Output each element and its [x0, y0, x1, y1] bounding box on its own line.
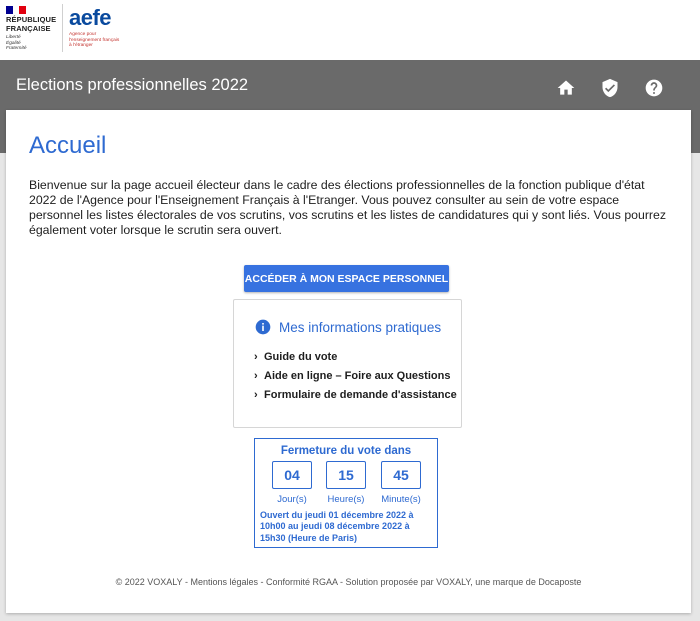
vote-countdown: Fermeture du vote dans 04 Jour(s) 15 Heu…: [254, 438, 438, 548]
page-title: Accueil: [29, 132, 107, 159]
chevron-right-icon: ›: [254, 351, 258, 363]
info-panel-header: Mes informations pratiques: [255, 319, 441, 335]
app-title: Elections professionnelles 2022: [16, 76, 249, 94]
logo-divider: [62, 4, 63, 52]
aefe-description: Agence pour l'enseignement français à l'…: [69, 32, 120, 49]
shield-check-icon[interactable]: [600, 78, 620, 98]
countdown-minutes: 45 Minute(s): [381, 461, 421, 505]
countdown-hours: 15 Heure(s): [326, 461, 366, 505]
access-personal-space-button[interactable]: ACCÉDER À MON ESPACE PERSONNEL: [244, 265, 449, 292]
info-panel-title: Mes informations pratiques: [279, 319, 442, 335]
top-header: RÉPUBLIQUE FRANÇAISE Liberté Égalité Fra…: [0, 0, 700, 60]
republique-francaise-logo: RÉPUBLIQUE FRANÇAISE Liberté Égalité Fra…: [6, 6, 60, 52]
main-card: Accueil Bienvenue sur la page accueil él…: [6, 110, 691, 613]
link-aide-en-ligne[interactable]: › Aide en ligne – Foire aux Questions: [254, 370, 457, 389]
link-label: Aide en ligne – Foire aux Questions: [264, 370, 451, 382]
countdown-hours-value: 15: [326, 461, 366, 489]
chevron-right-icon: ›: [254, 389, 258, 401]
info-links-list: › Guide du vote › Aide en ligne – Foire …: [254, 351, 457, 408]
link-label: Guide du vote: [264, 351, 338, 363]
motto-line-3: Fraternité: [6, 46, 27, 51]
intro-text: Bienvenue sur la page accueil électeur d…: [29, 178, 667, 237]
footer-text: © 2022 VOXALY - Mentions légales - Confo…: [115, 577, 582, 587]
republique-line-2: FRANÇAISE: [6, 23, 51, 33]
link-label: Formulaire de demande d'assistance: [264, 389, 457, 401]
help-icon[interactable]: [644, 78, 664, 98]
chevron-right-icon: ›: [254, 370, 258, 382]
link-formulaire-assistance[interactable]: › Formulaire de demande d'assistance: [254, 389, 457, 408]
info-panel: Mes informations pratiques › Guide du vo…: [233, 299, 462, 428]
aefe-wordmark: aefe: [69, 5, 112, 30]
french-flag-icon: [6, 6, 27, 14]
countdown-minutes-label: Minute(s): [381, 494, 421, 505]
home-icon[interactable]: [556, 78, 576, 98]
vote-period-note: Ouvert du jeudi 01 décembre 2022 à 10h00…: [260, 510, 414, 543]
info-icon: [255, 319, 271, 335]
countdown-days-value: 04: [272, 461, 312, 489]
countdown-days-label: Jour(s): [277, 494, 307, 505]
link-guide-du-vote[interactable]: › Guide du vote: [254, 351, 457, 370]
aefe-logo: aefe Agence pour l'enseignement français…: [69, 6, 129, 52]
countdown-days: 04 Jour(s): [272, 461, 312, 505]
countdown-hours-label: Heure(s): [327, 494, 365, 505]
countdown-title: Fermeture du vote dans: [280, 445, 412, 457]
countdown-minutes-value: 45: [381, 461, 421, 489]
